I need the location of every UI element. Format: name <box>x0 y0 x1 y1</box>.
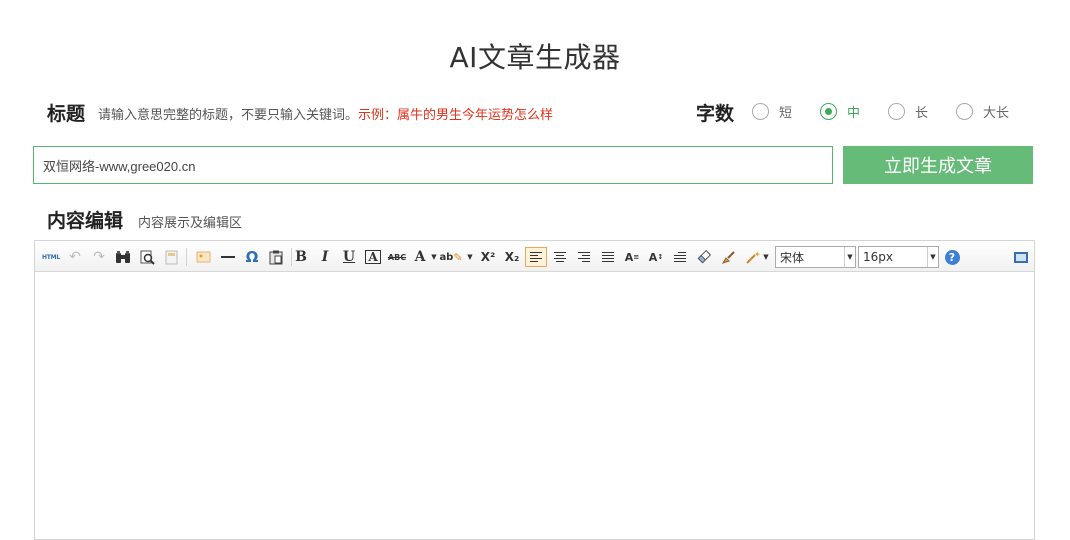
special-char-icon[interactable]: Ω <box>242 247 262 267</box>
letter-spacing-icon[interactable]: A ↕ <box>646 247 666 267</box>
preview-icon[interactable] <box>137 247 157 267</box>
chevron-down-icon: ▼ <box>844 247 855 267</box>
paste-icon[interactable] <box>266 247 286 267</box>
find-icon[interactable] <box>113 247 133 267</box>
editor-toolbar: HTML ↶ ↷ Ω B I U A ABC A ▼ ab ✎ ▼ X² X₂ … <box>35 241 1034 272</box>
word-count-option-extra-long[interactable]: 大长 <box>956 100 1009 122</box>
toolbar-separator <box>186 248 187 266</box>
radio-icon[interactable] <box>888 102 905 120</box>
chevron-down-icon: ▼ <box>927 247 938 267</box>
radio-label: 短 <box>779 105 793 121</box>
fullscreen-button[interactable] <box>1011 247 1031 267</box>
horizontal-rule-icon[interactable] <box>218 247 238 267</box>
title-example: 示例：属牛的男生今年运势怎么样 <box>358 108 554 123</box>
title-label: 标题 <box>47 103 86 125</box>
back-color-dropdown-icon[interactable]: ▼ <box>466 247 474 267</box>
title-input[interactable] <box>33 146 833 184</box>
word-count-option-short[interactable]: 短 <box>752 100 792 122</box>
radio-checked-icon[interactable] <box>820 102 837 120</box>
indent-icon[interactable] <box>670 247 690 267</box>
help-icon: ? <box>944 249 960 265</box>
word-count-option-long[interactable]: 长 <box>888 100 928 122</box>
font-family-value: 宋体 <box>780 250 805 265</box>
title-hint: 请输入意思完整的标题，不要只输入关键词。示例：属牛的男生今年运势怎么样 <box>98 104 553 123</box>
page-title: AI文章生成器 <box>449 41 621 74</box>
radio-icon[interactable] <box>752 102 769 120</box>
radio-label: 大长 <box>983 105 1010 121</box>
redo-icon[interactable]: ↷ <box>89 247 109 267</box>
justify-icon[interactable] <box>598 247 618 267</box>
fullscreen-icon <box>1014 251 1028 263</box>
auto-format-dropdown-icon[interactable]: ▼ <box>762 247 770 267</box>
brush-icon[interactable] <box>718 247 738 267</box>
editor-content-area[interactable] <box>35 272 1034 539</box>
generate-article-button[interactable]: 立即生成文章 <box>843 146 1033 184</box>
subscript-icon[interactable]: X₂ <box>502 247 522 267</box>
rich-text-editor: HTML ↶ ↷ Ω B I U A ABC A ▼ ab ✎ ▼ X² X₂ … <box>34 240 1035 540</box>
radio-label: 长 <box>915 105 929 121</box>
font-border-icon[interactable]: A <box>363 247 383 267</box>
source-html-icon[interactable]: HTML <box>40 247 62 267</box>
word-count-option-medium[interactable]: 中 <box>820 100 860 122</box>
content-sub-label: 内容展示及编辑区 <box>138 216 243 231</box>
svg-text:✦: ✦ <box>754 250 760 259</box>
content-label: 内容编辑 <box>47 210 124 232</box>
image-icon[interactable] <box>193 247 213 267</box>
back-color-icon[interactable]: ab ✎ <box>439 247 462 267</box>
radio-icon[interactable] <box>956 102 973 120</box>
align-right-icon[interactable] <box>574 247 594 267</box>
template-icon[interactable] <box>161 247 181 267</box>
superscript-icon[interactable]: X² <box>478 247 498 267</box>
line-height-icon[interactable]: A ≡ <box>622 247 642 267</box>
align-center-icon[interactable] <box>550 247 570 267</box>
word-count-label: 字数 <box>696 103 735 125</box>
font-border-text: A <box>365 250 381 264</box>
back-color-text: ab <box>439 251 454 263</box>
italic-icon[interactable]: I <box>315 247 335 267</box>
eraser-icon[interactable] <box>694 247 714 267</box>
title-row: 标题 请输入意思完整的标题，不要只输入关键词。示例：属牛的男生今年运势怎么样 字… <box>0 96 1070 126</box>
font-color-icon[interactable]: A <box>410 247 430 267</box>
font-size-select[interactable]: 16px ▼ <box>858 246 939 268</box>
underline-icon[interactable]: U <box>339 247 359 267</box>
align-left-icon[interactable] <box>525 247 547 267</box>
help-button[interactable]: ? <box>943 247 961 267</box>
radio-label: 中 <box>847 105 861 121</box>
title-hint-text: 请输入意思完整的标题，不要只输入关键词。 <box>98 108 359 123</box>
strikethrough-icon[interactable]: ABC <box>387 247 407 267</box>
auto-format-icon[interactable]: ✦ <box>742 247 762 267</box>
undo-icon[interactable]: ↶ <box>65 247 85 267</box>
font-size-value: 16px <box>863 250 893 264</box>
font-color-dropdown-icon[interactable]: ▼ <box>430 247 438 267</box>
bold-icon[interactable]: B <box>291 247 311 267</box>
font-family-select[interactable]: 宋体 ▼ <box>775 246 856 268</box>
